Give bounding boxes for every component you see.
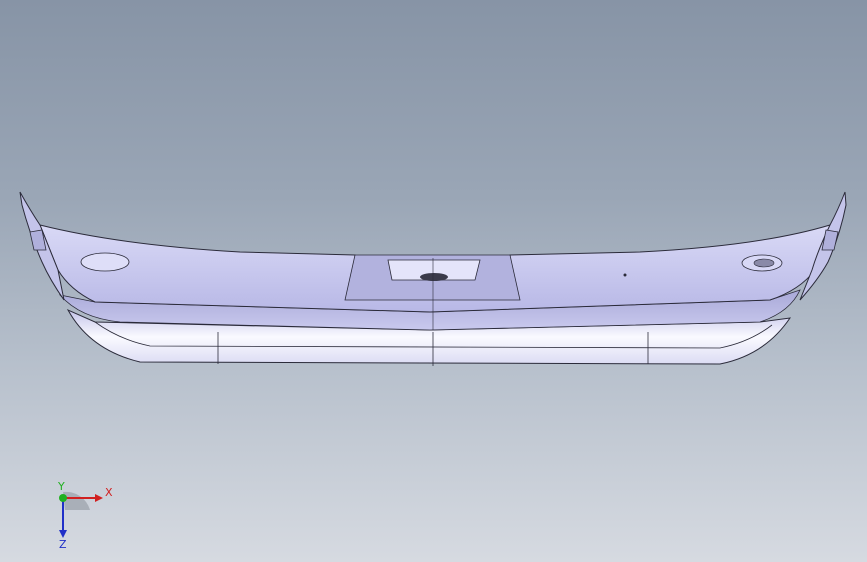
z-axis-label: Z	[59, 538, 67, 550]
y-axis-dot	[59, 494, 67, 502]
left-oval	[80, 252, 130, 272]
x-axis-label: X	[105, 486, 113, 499]
right-lamp-inner	[753, 258, 775, 268]
bumper-model[interactable]	[0, 0, 867, 562]
x-axis-arrow	[95, 494, 103, 502]
orientation-triad: X Z Y	[57, 480, 113, 550]
small-dot	[623, 273, 627, 277]
handle-slot	[420, 273, 448, 281]
z-axis-arrow	[59, 530, 67, 538]
triad-shadow	[63, 491, 90, 510]
y-axis-label: Y	[57, 480, 65, 493]
graphics-viewport[interactable]: X Z Y	[0, 0, 867, 562]
